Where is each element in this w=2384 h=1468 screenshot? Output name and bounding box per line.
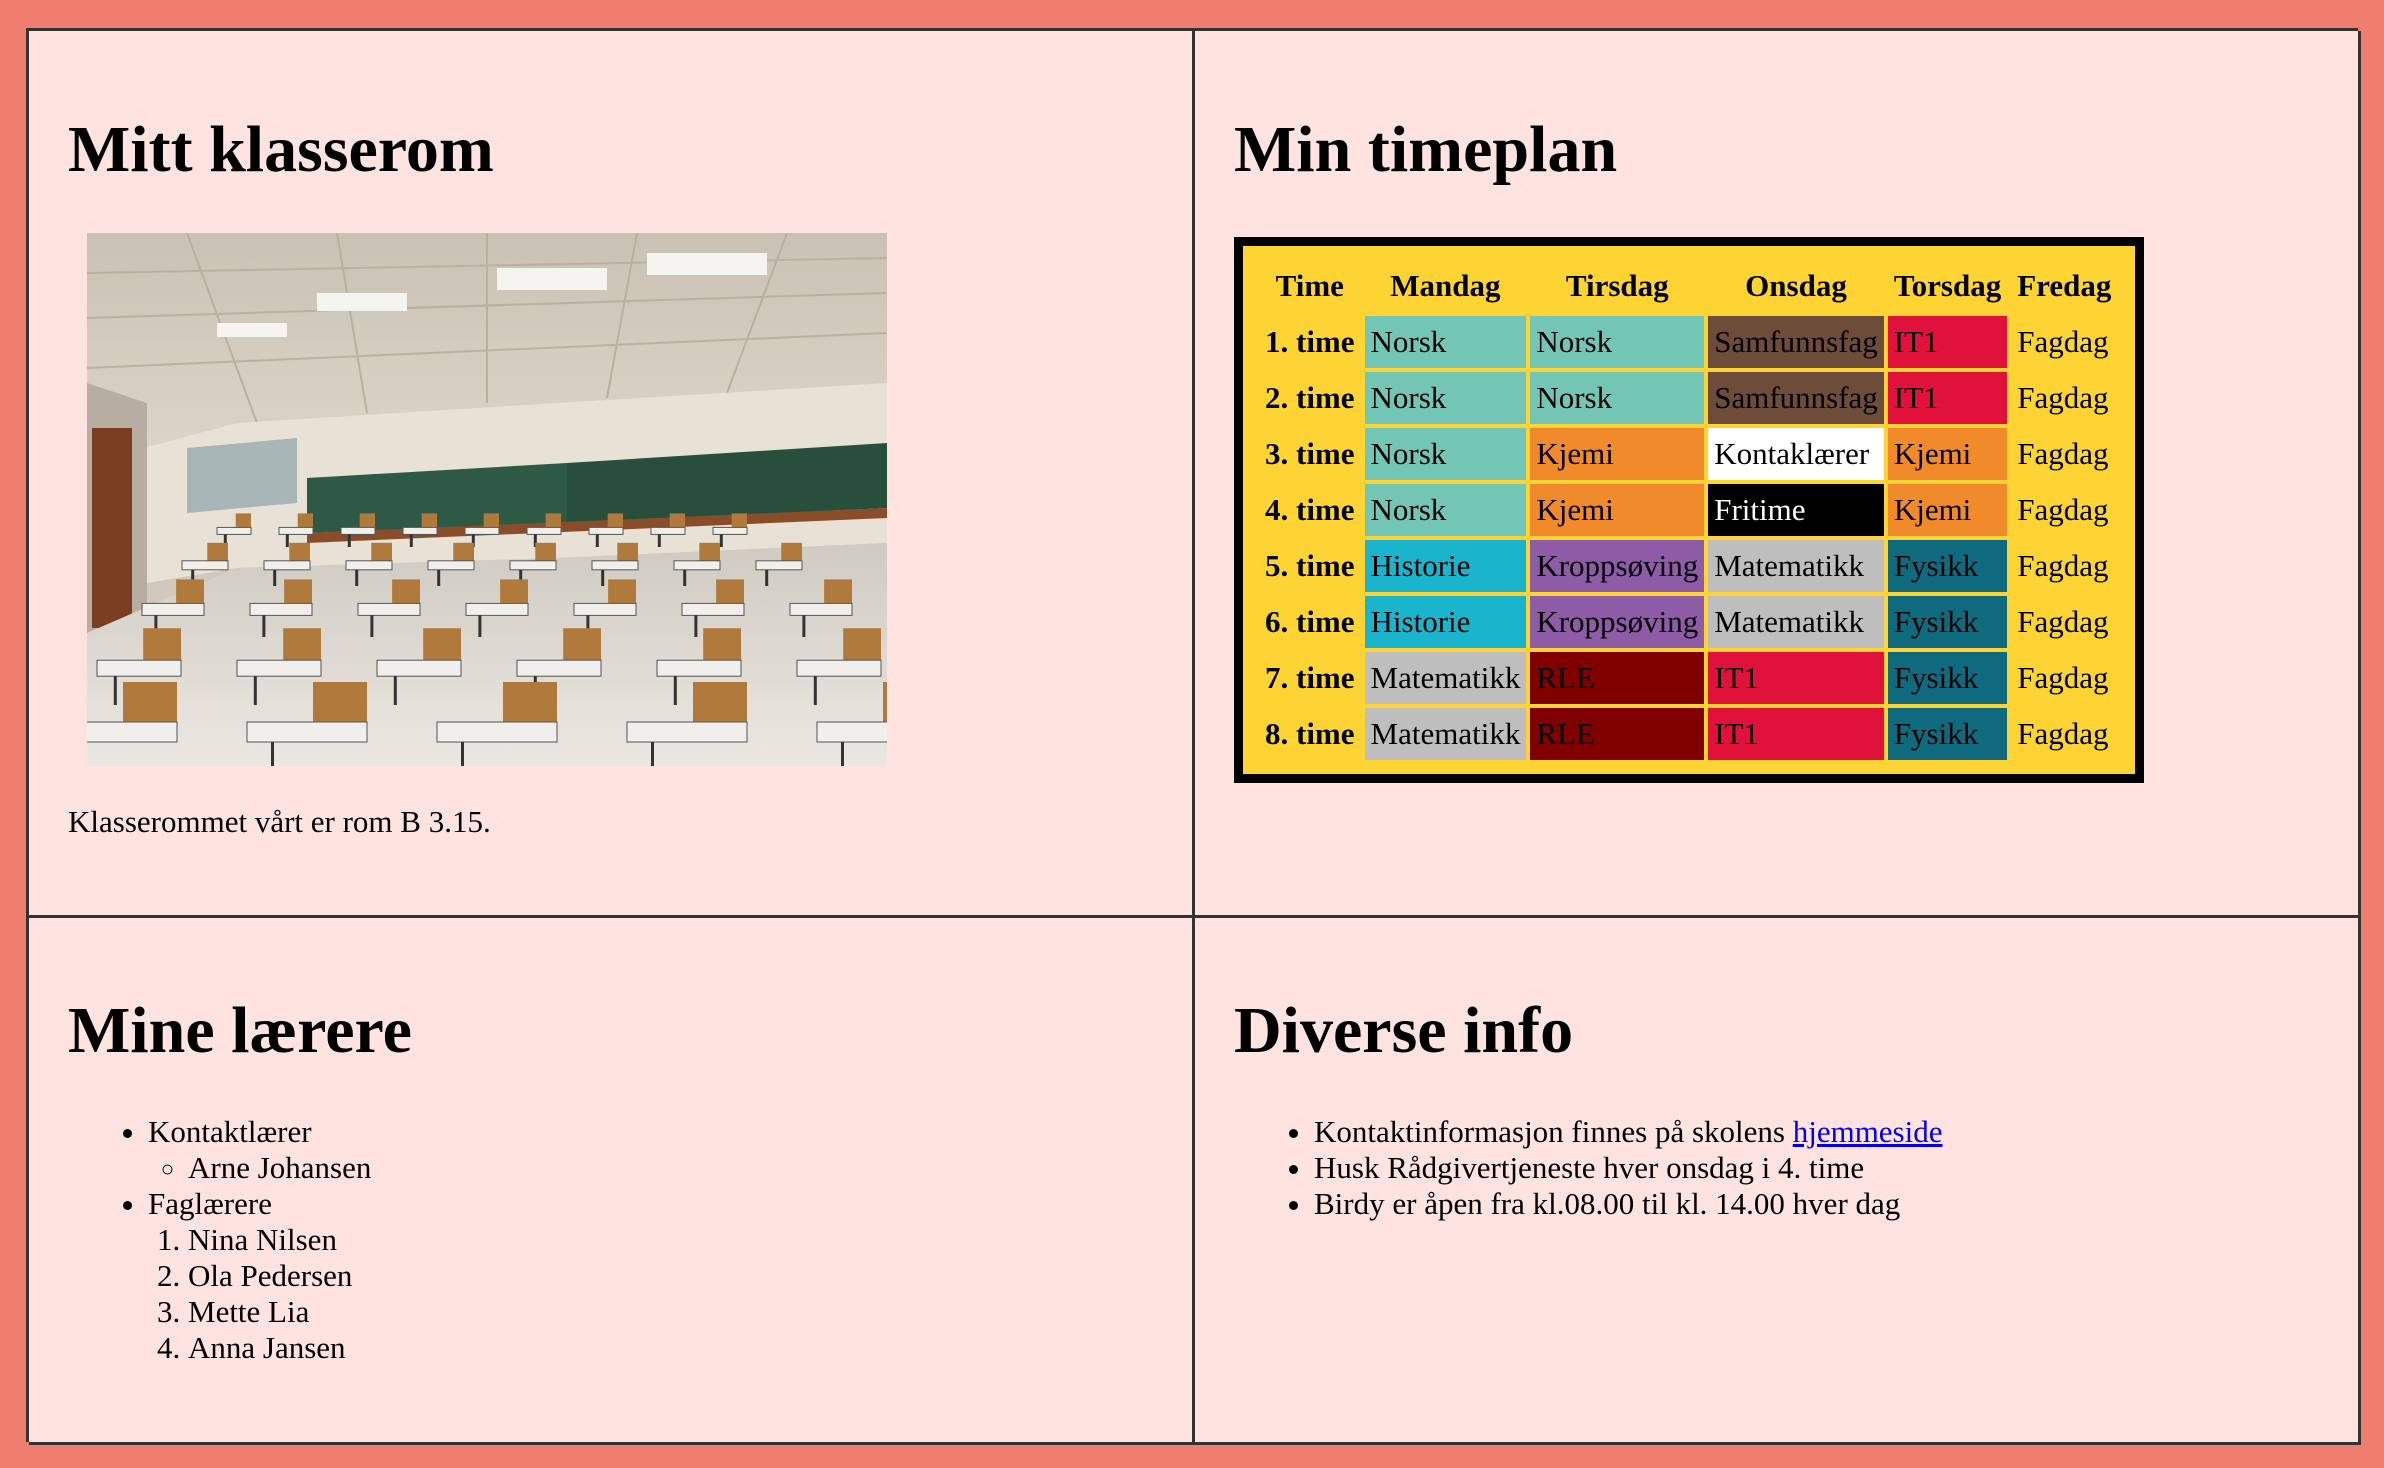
timetable-cell: Matematikk xyxy=(1364,708,1527,760)
timetable-period: 2. time xyxy=(1265,380,1355,415)
timetable-cell: Kroppsøving xyxy=(1530,596,1705,648)
timetable-cell: IT1 xyxy=(1708,708,1884,760)
timetable-cell: Fritime xyxy=(1708,484,1884,536)
classroom-title: Mitt klasserom xyxy=(68,113,494,186)
timetable-cell: Fysikk xyxy=(1887,652,2008,704)
timetable-row: 3. time Norsk Kjemi Kontaklærer Kjemi Fagdag xyxy=(1259,428,2117,480)
contact-teacher-label: Kontaktlærer xyxy=(148,1114,312,1149)
timetable-cell: Kroppsøving xyxy=(1530,540,1705,592)
timetable-cell: Fagdag xyxy=(2017,716,2109,751)
timetable-cell: RLE xyxy=(1530,652,1705,704)
header-time: Time xyxy=(1275,268,1344,303)
timetable-header-row: Time Mandag Tirsdag Onsdag Torsdag Freda… xyxy=(1259,260,2117,312)
schedule-panel: Min timeplan Time Mandag Tirsdag Onsdag … xyxy=(1195,31,2361,918)
timetable-row: 5. time Historie Kroppsøving Matematikk Fysi… xyxy=(1259,540,2117,592)
timetable-cell: Kjemi xyxy=(1887,428,2008,480)
info-list-wrap: Kontaktinformasjon finnes på skolens hje… xyxy=(1274,1114,2319,1222)
timetable-cell: Norsk xyxy=(1530,372,1705,424)
timetable-period: 6. time xyxy=(1265,604,1355,639)
info-item-contact: Kontaktinformasjon finnes på skolens hje… xyxy=(1314,1114,2319,1150)
timetable-cell: Norsk xyxy=(1364,484,1527,536)
timetable-cell: Kjemi xyxy=(1530,484,1705,536)
teachers-list-wrap: Kontaktlærer Arne Johansen Faglærere Nin… xyxy=(108,1114,1153,1366)
subject-teacher: Nina Nilsen xyxy=(188,1222,1153,1258)
timetable-cell: Fagdag xyxy=(2017,660,2109,695)
timetable-cell: Fagdag xyxy=(2017,380,2109,415)
timetable: Time Mandag Tirsdag Onsdag Torsdag Freda… xyxy=(1255,256,2121,764)
timetable-row: 6. time Historie Kroppsøving Matematikk Fysi… xyxy=(1259,596,2117,648)
subject-teachers-list: Nina Nilsen Ola Pedersen Mette Lia Anna … xyxy=(148,1222,1153,1366)
timetable-cell: Samfunnsfag xyxy=(1708,316,1884,368)
info-list: Kontaktinformasjon finnes på skolens hje… xyxy=(1274,1114,2319,1222)
info-panel: Diverse info Kontaktinformasjon finnes p… xyxy=(1195,918,2361,1445)
timetable-cell: IT1 xyxy=(1708,652,1884,704)
contact-teacher-name: Arne Johansen xyxy=(188,1150,1153,1186)
timetable-cell: IT1 xyxy=(1887,316,2008,368)
timetable-cell: Fagdag xyxy=(2017,604,2109,639)
header-torsdag: Torsdag xyxy=(1893,268,2002,303)
subject-teacher: Anna Jansen xyxy=(188,1330,1153,1366)
timetable-row: 4. time Norsk Kjemi Fritime Kjemi Fagdag xyxy=(1259,484,2117,536)
list-item: Kontaktlærer Arne Johansen xyxy=(148,1114,1153,1186)
timetable-row: 8. time Matematikk RLE IT1 Fysikk Fagdag xyxy=(1259,708,2117,760)
timetable-cell: Fagdag xyxy=(2017,324,2109,359)
timetable-cell: Matematikk xyxy=(1364,652,1527,704)
timetable-cell: Fagdag xyxy=(2017,492,2109,527)
classroom-panel: Mitt klasserom Klasserommet vårt er rom … xyxy=(29,31,1195,918)
timetable-cell: RLE xyxy=(1530,708,1705,760)
timetable-frame: Time Mandag Tirsdag Onsdag Torsdag Freda… xyxy=(1234,237,2145,783)
subject-teacher: Ola Pedersen xyxy=(188,1258,1153,1294)
teachers-panel: Mine lærere Kontaktlærer Arne Johansen F… xyxy=(29,918,1195,1445)
timetable-period: 4. time xyxy=(1265,492,1355,527)
info-item-contact-text: Kontaktinformasjon finnes på skolens xyxy=(1314,1114,1793,1149)
timetable-period: 8. time xyxy=(1265,716,1355,751)
timetable-row: 2. time Norsk Norsk Samfunnsfag IT1 Fagdag xyxy=(1259,372,2117,424)
teachers-list: Kontaktlærer Arne Johansen Faglærere Nin… xyxy=(108,1114,1153,1366)
header-fredag: Fredag xyxy=(2017,268,2112,303)
timetable-cell: Historie xyxy=(1364,540,1527,592)
timetable-period: 5. time xyxy=(1265,548,1355,583)
timetable-cell: Matematikk xyxy=(1708,596,1884,648)
timetable-cell: Norsk xyxy=(1364,428,1527,480)
teachers-title: Mine lærere xyxy=(68,994,412,1067)
timetable-cell: Samfunnsfag xyxy=(1708,372,1884,424)
timetable-cell: Kjemi xyxy=(1887,484,2008,536)
timetable-cell: Norsk xyxy=(1530,316,1705,368)
schedule-title: Min timeplan xyxy=(1234,113,1618,186)
subject-teacher: Mette Lia xyxy=(188,1294,1153,1330)
page-grid: Mitt klasserom Klasserommet vårt er rom … xyxy=(26,28,2361,1445)
timetable-cell: Fysikk xyxy=(1887,596,2008,648)
header-mandag: Mandag xyxy=(1390,268,1501,303)
timetable-period: 7. time xyxy=(1265,660,1355,695)
classroom-photo xyxy=(87,233,887,766)
info-item-counseling: Husk Rådgivertjeneste hver onsdag i 4. t… xyxy=(1314,1150,2319,1186)
timetable-cell: Fagdag xyxy=(2017,548,2109,583)
timetable-cell: Kontaklærer xyxy=(1708,428,1884,480)
timetable-cell: Matematikk xyxy=(1708,540,1884,592)
timetable-cell: Norsk xyxy=(1364,372,1527,424)
contact-teacher-list: Arne Johansen xyxy=(148,1150,1153,1186)
subject-teachers-label: Faglærere xyxy=(148,1186,272,1221)
info-title: Diverse info xyxy=(1234,994,1574,1067)
header-onsdag: Onsdag xyxy=(1745,268,1847,303)
info-item-birdy: Birdy er åpen fra kl.08.00 til kl. 14.00… xyxy=(1314,1186,2319,1222)
timetable-cell: Fagdag xyxy=(2017,436,2109,471)
timetable-cell: Fysikk xyxy=(1887,540,2008,592)
homepage-link[interactable]: hjemmeside xyxy=(1793,1114,1943,1149)
timetable-cell: IT1 xyxy=(1887,372,2008,424)
timetable-row: 7. time Matematikk RLE IT1 Fysikk Fagdag xyxy=(1259,652,2117,704)
timetable-row: 1. time Norsk Norsk Samfunnsfag IT1 Fagdag xyxy=(1259,316,2117,368)
timetable-cell: Norsk xyxy=(1364,316,1527,368)
classroom-caption: Klasserommet vårt er rom B 3.15. xyxy=(68,804,491,839)
timetable-cell: Kjemi xyxy=(1530,428,1705,480)
header-tirsdag: Tirsdag xyxy=(1565,268,1669,303)
timetable-period: 3. time xyxy=(1265,436,1355,471)
timetable-cell: Historie xyxy=(1364,596,1527,648)
timetable-period: 1. time xyxy=(1265,324,1355,359)
timetable-cell: Fysikk xyxy=(1887,708,2008,760)
list-item: Faglærere Nina Nilsen Ola Pedersen Mette… xyxy=(148,1186,1153,1366)
